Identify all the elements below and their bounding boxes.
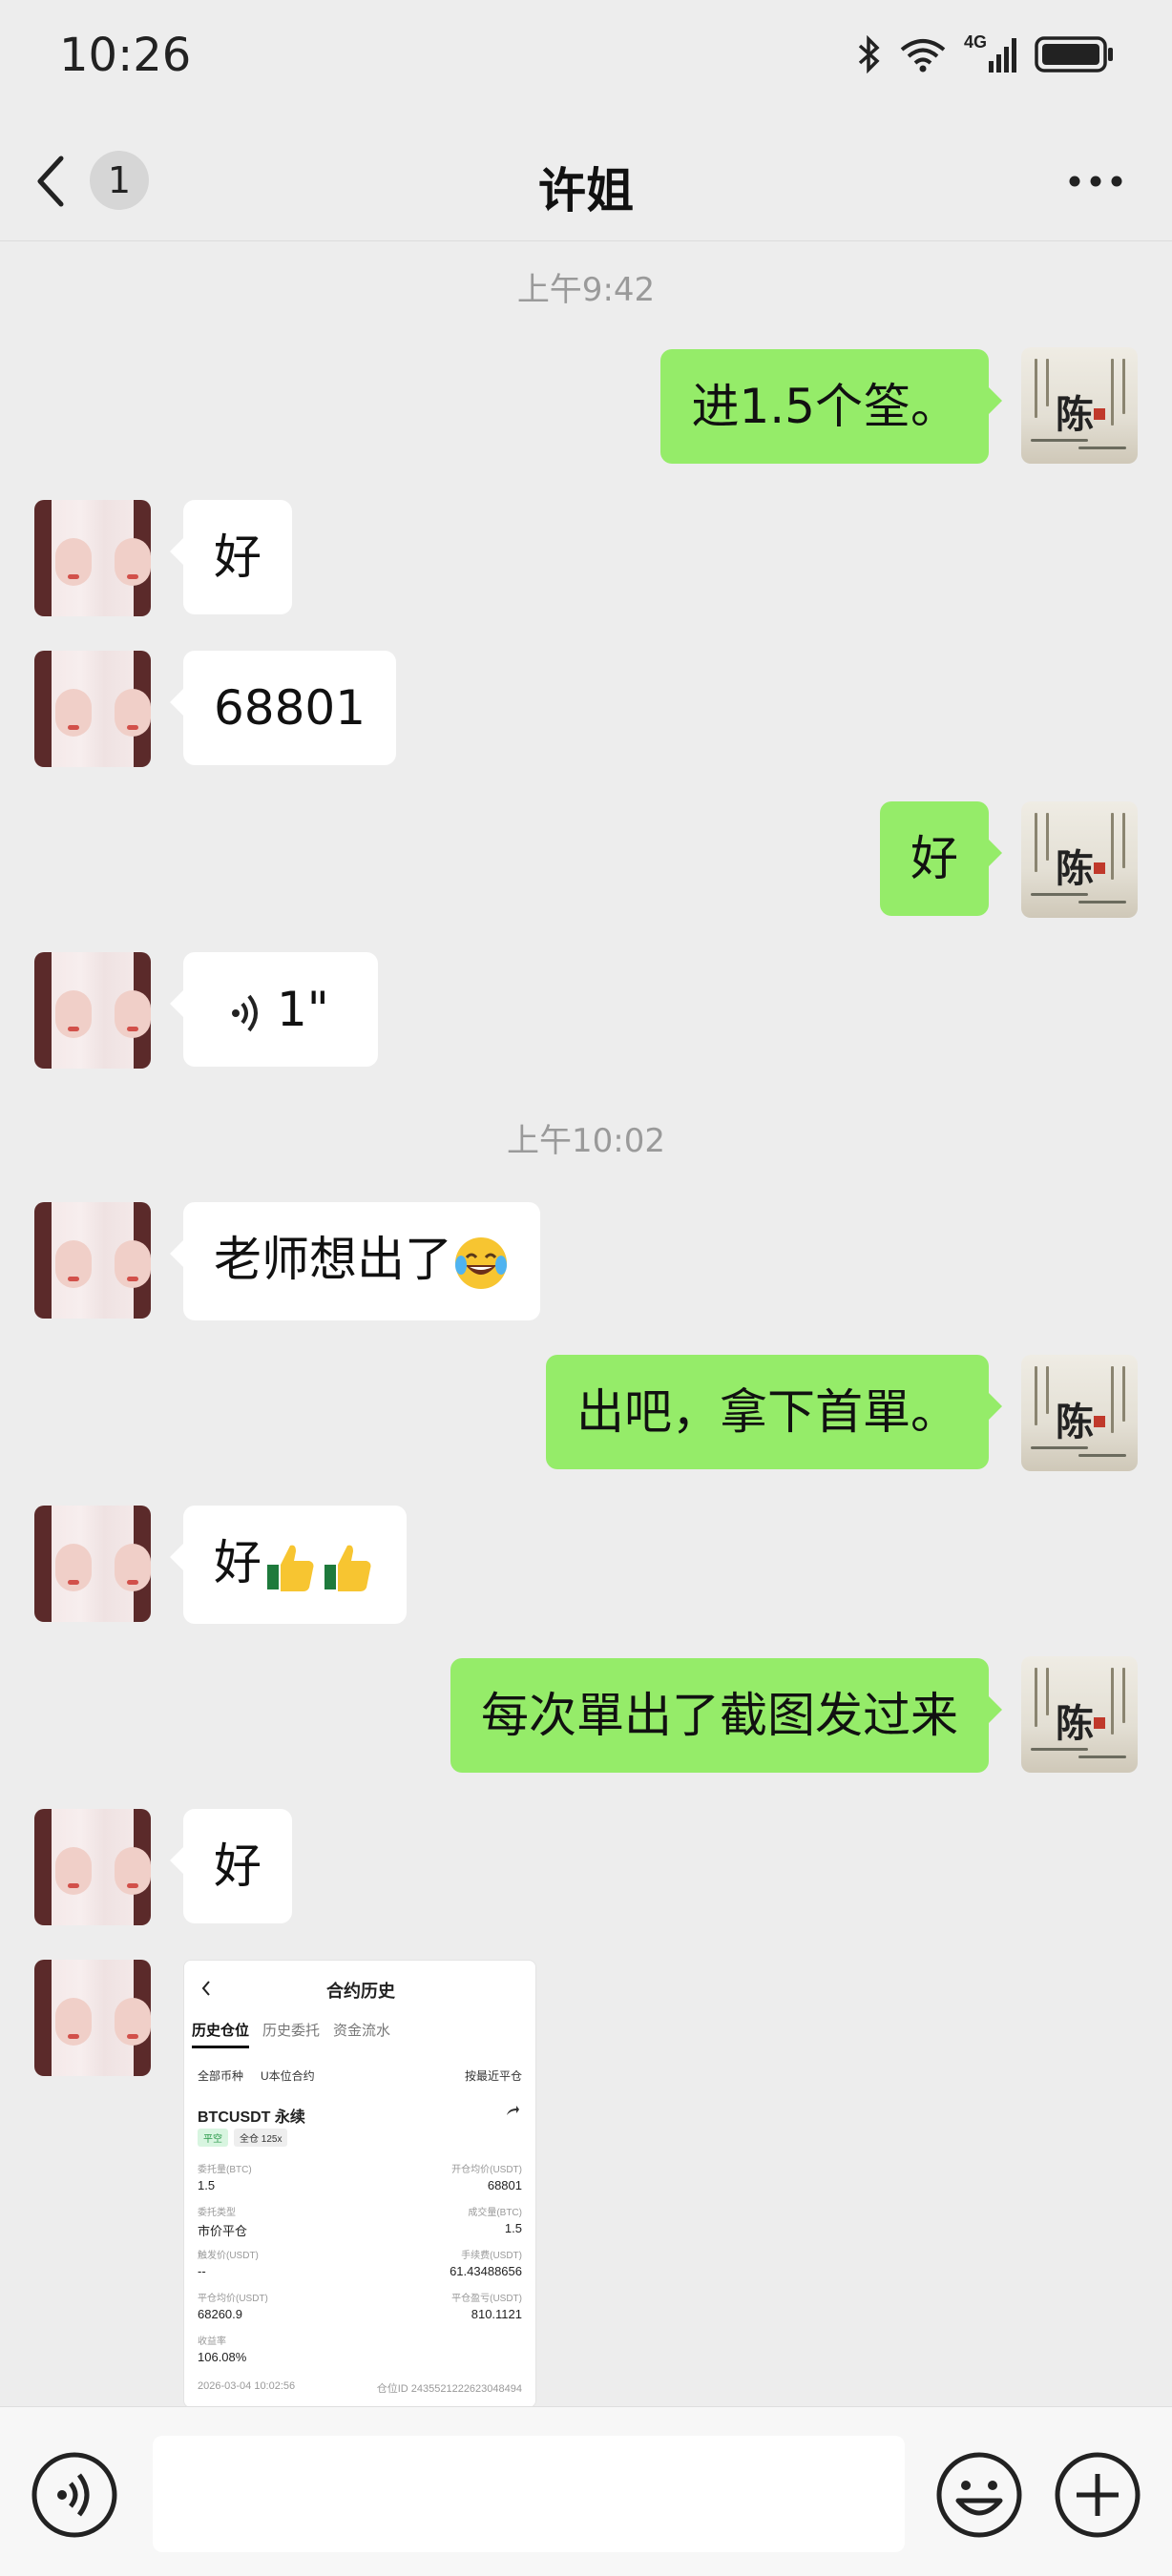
field-label: 手续费(USDT) <box>461 2251 522 2261</box>
field-value: 810.1121 <box>471 2307 522 2321</box>
screenshot-tag: 平空 <box>198 2129 228 2147</box>
avatar-self[interactable]: 陈 <box>1021 347 1138 464</box>
screenshot-filter: U本位合约 <box>261 2069 315 2083</box>
screenshot-title: 合约历史 <box>326 1982 395 2001</box>
status-icons: 4G <box>857 32 1115 74</box>
cellular-4g-icon: 4G <box>964 32 1017 74</box>
status-time: 10:26 <box>59 29 192 82</box>
message-text: 好 <box>214 1535 262 1590</box>
screenshot-tabs: 历史仓位 历史委托 资金流水 <box>192 2020 390 2048</box>
thumbs-up-emoji-icon <box>267 1545 314 1591</box>
message-bubble-self[interactable]: 好 <box>880 801 1002 916</box>
field-label: 委托类型 <box>198 2208 236 2218</box>
voice-message-bubble[interactable]: 1" <box>170 952 378 1067</box>
field-value: 1.5 <box>504 2221 522 2235</box>
avatar-self[interactable]: 陈 <box>1021 801 1138 918</box>
screenshot-tags: 平空 全仓 125x <box>198 2129 288 2147</box>
message-bubble-contact[interactable]: 68801 <box>169 651 397 765</box>
screenshot-filter: 全部币种 <box>198 2069 244 2083</box>
avatar-contact[interactable] <box>34 1506 151 1622</box>
avatar-self[interactable]: 陈 <box>1021 1656 1138 1773</box>
message-bubble-contact[interactable]: 好 <box>170 1506 407 1624</box>
thumbs-up-emoji-icon <box>324 1545 371 1591</box>
field-value: 市价平仓 <box>198 2224 248 2238</box>
field-value: 106.08% <box>198 2350 247 2364</box>
emoji-icon[interactable] <box>935 2451 1023 2539</box>
avatar-contact[interactable] <box>34 1809 151 1925</box>
bluetooth-icon <box>858 35 880 73</box>
field-value: 61.43488656 <box>450 2264 522 2278</box>
screenshot-filter: 按最近平仓 <box>464 2069 522 2083</box>
chat-title: 许姐 <box>538 163 634 218</box>
header-divider <box>0 240 1172 241</box>
message-text: 老师想出了 <box>214 1232 452 1287</box>
share-icon <box>507 2106 519 2115</box>
message-bubble-contact[interactable]: 好 <box>170 500 292 614</box>
field-label: 委托量(BTC) <box>198 2165 252 2175</box>
voice-input-icon[interactable] <box>31 2451 118 2539</box>
input-bar <box>0 2406 1172 2576</box>
voice-duration: 1" <box>277 982 329 1037</box>
chat-header: 1 许姐 <box>0 124 1172 239</box>
avatar-contact[interactable] <box>34 952 151 1069</box>
timestamp-label: 上午10:02 <box>507 1122 665 1160</box>
voice-wave-icon <box>232 994 258 1031</box>
field-label: 收益率 <box>198 2337 226 2347</box>
field-label: 平仓盈亏(USDT) <box>451 2294 522 2304</box>
message-input[interactable] <box>153 2436 905 2552</box>
status-bar: 10:26 4G <box>0 0 1172 114</box>
screenshot-tab: 历史仓位 <box>192 2020 250 2048</box>
more-icon[interactable] <box>1067 174 1124 189</box>
battery-icon <box>1035 36 1113 73</box>
footer-id: 仓位ID 2435521222623048494 <box>376 2383 522 2395</box>
avatar-self[interactable]: 陈 <box>1021 1355 1138 1471</box>
timestamp-label: 上午9:42 <box>516 271 656 309</box>
plus-icon[interactable] <box>1054 2451 1141 2539</box>
message-bubble-contact[interactable]: 老师想出了 <box>170 1202 540 1320</box>
avatar-contact[interactable] <box>34 651 151 767</box>
screenshot-symbol: BTCUSDT 永续 <box>198 2109 305 2126</box>
screenshot-tag: 全仓 125x <box>234 2129 288 2147</box>
avatar-contact[interactable] <box>34 500 151 616</box>
message-bubble-contact[interactable]: 好 <box>170 1809 292 1923</box>
image-message-screenshot[interactable]: 合约历史 历史仓位 历史委托 资金流水 全部币种 U本位合约 按最近平仓 BTC… <box>183 1960 536 2408</box>
field-value: 1.5 <box>198 2178 216 2192</box>
field-label: 开仓均价(USDT) <box>451 2165 522 2175</box>
field-label: 触发价(USDT) <box>198 2251 259 2261</box>
message-bubble-self[interactable]: 出吧，拿下首單。 <box>546 1355 1002 1469</box>
message-bubble-self[interactable]: 每次單出了截图发过来 <box>450 1658 1002 1773</box>
field-label: 平仓均价(USDT) <box>198 2294 268 2304</box>
field-value: 68260.9 <box>198 2307 242 2321</box>
screenshot-tab: 历史委托 <box>262 2023 321 2039</box>
screenshot-tab: 资金流水 <box>333 2023 391 2039</box>
field-value: 68801 <box>487 2178 522 2192</box>
footer-time: 2026-03-04 10:02:56 <box>198 2380 296 2392</box>
field-label: 成交量(BTC) <box>468 2208 522 2218</box>
message-bubble-self[interactable]: 进1.5个筌。 <box>660 349 1002 464</box>
avatar-contact[interactable] <box>34 1960 151 2076</box>
screenshot-filters: 全部币种 U本位合约 按最近平仓 <box>198 2067 522 2084</box>
wifi-icon <box>900 39 946 73</box>
field-value: -- <box>198 2264 206 2278</box>
avatar-contact[interactable] <box>34 1202 151 1319</box>
tears-of-joy-emoji-icon <box>455 1236 507 1289</box>
